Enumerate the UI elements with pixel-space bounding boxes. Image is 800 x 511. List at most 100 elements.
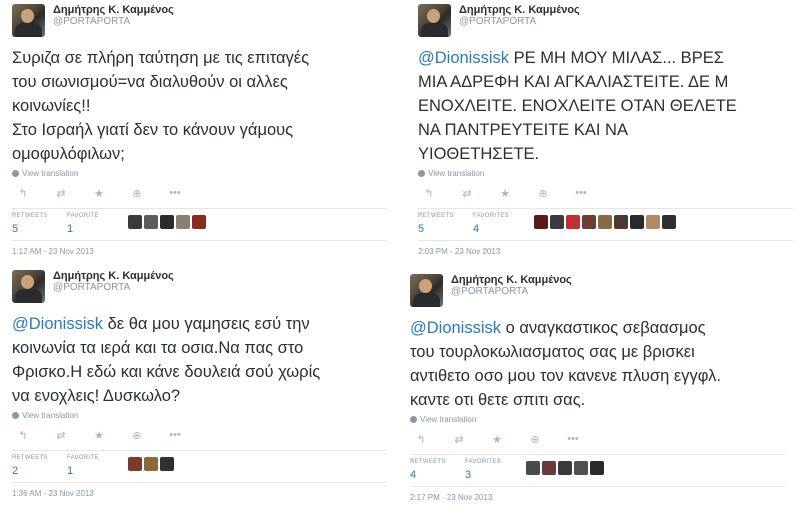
favoriter-avatar[interactable] (590, 461, 604, 475)
retweets-label: RETWEETS (12, 213, 48, 219)
author-handle[interactable]: @PORTAPORTA (53, 282, 174, 294)
avatar[interactable] (12, 4, 45, 37)
favorites-stat[interactable]: FAVORITES 3 (465, 458, 520, 482)
favorites-count[interactable]: 3 (465, 468, 520, 482)
favorites-stat[interactable]: FAVORITE 1 (67, 212, 122, 236)
favoriter-avatar[interactable] (630, 215, 644, 229)
mention-link[interactable]: @Dionissisk (410, 319, 501, 337)
reply-icon[interactable]: ↰ (422, 187, 436, 200)
view-translation-link[interactable]: View translation (12, 169, 387, 178)
favoriters-list (534, 215, 676, 229)
tweet-body: Συριζα σε πλήρη ταύτηση με τις επιταγές … (12, 49, 310, 163)
more-icon[interactable]: ••• (574, 187, 588, 200)
favoriter-avatar[interactable] (550, 215, 564, 229)
follow-icon[interactable]: ⊕ (130, 429, 144, 442)
retweets-count[interactable]: 5 (12, 222, 67, 236)
retweets-count[interactable]: 5 (418, 222, 473, 236)
tweet-actions: ↰ ⇄ ★ ⊕ ••• (410, 433, 785, 446)
favoriter-avatar[interactable] (144, 215, 158, 229)
tweet-card: Δημήτρης Κ. Καμμένος @PORTAPORTA @Dionis… (12, 270, 387, 498)
retweets-count[interactable]: 2 (12, 464, 67, 478)
favoriter-avatar[interactable] (160, 215, 174, 229)
retweet-icon[interactable]: ⇄ (452, 433, 466, 446)
tweet-actions: ↰ ⇄ ★ ⊕ ••• (418, 187, 793, 200)
view-translation-link[interactable]: View translation (12, 411, 387, 420)
favoriter-avatar[interactable] (128, 215, 142, 229)
retweets-stat[interactable]: RETWEETS 4 (410, 458, 465, 482)
author-handle[interactable]: @PORTAPORTA (53, 16, 174, 28)
favoriter-avatar[interactable] (144, 457, 158, 471)
tweet-header: Δημήτρης Κ. Καμμένος @PORTAPORTA (12, 4, 387, 40)
author: Δημήτρης Κ. Καμμένος @PORTAPORTA (451, 274, 572, 298)
tweet-timestamp[interactable]: 2:03 PM - 23 Nov 2013 (418, 247, 793, 256)
favoriter-avatar[interactable] (662, 215, 676, 229)
view-translation-label[interactable]: View translation (420, 415, 476, 424)
mention-link[interactable]: @Dionissisk (418, 49, 509, 67)
retweets-stat[interactable]: RETWEETS 5 (418, 212, 473, 236)
retweet-icon[interactable]: ⇄ (54, 187, 68, 200)
globe-icon (12, 170, 19, 177)
favoriter-avatar[interactable] (558, 461, 572, 475)
favoriter-avatar[interactable] (566, 215, 580, 229)
favorite-icon[interactable]: ★ (92, 429, 106, 442)
more-icon[interactable]: ••• (566, 433, 580, 446)
favoriter-avatar[interactable] (128, 457, 142, 471)
favoriter-avatar[interactable] (176, 215, 190, 229)
favoriter-avatar[interactable] (192, 215, 206, 229)
favoriter-avatar[interactable] (598, 215, 612, 229)
avatar[interactable] (12, 270, 45, 303)
retweets-stat[interactable]: RETWEETS 2 (12, 454, 67, 478)
favorite-icon[interactable]: ★ (498, 187, 512, 200)
view-translation-link[interactable]: View translation (418, 169, 793, 178)
reply-icon[interactable]: ↰ (16, 187, 30, 200)
retweets-count[interactable]: 4 (410, 468, 465, 482)
favoriter-avatar[interactable] (582, 215, 596, 229)
author-handle[interactable]: @PORTAPORTA (459, 16, 580, 28)
favorites-count[interactable]: 4 (473, 222, 528, 236)
reply-icon[interactable]: ↰ (16, 429, 30, 442)
more-icon[interactable]: ••• (168, 429, 182, 442)
tweet-timestamp[interactable]: 1:12 AM - 23 Nov 2013 (12, 247, 387, 256)
favorites-stat[interactable]: FAVORITE 1 (67, 454, 122, 478)
reply-icon[interactable]: ↰ (414, 433, 428, 446)
favoriter-avatar[interactable] (646, 215, 660, 229)
retweets-stat[interactable]: RETWEETS 5 (12, 212, 67, 236)
favoriter-avatar[interactable] (574, 461, 588, 475)
follow-icon[interactable]: ⊕ (528, 433, 542, 446)
avatar[interactable] (418, 4, 451, 37)
retweet-icon[interactable]: ⇄ (54, 429, 68, 442)
author-name[interactable]: Δημήτρης Κ. Καμμένος (53, 4, 174, 16)
tweet-timestamp[interactable]: 1:36 AM - 23 Nov 2013 (12, 489, 387, 498)
view-translation-link[interactable]: View translation (410, 415, 785, 424)
favorite-icon[interactable]: ★ (490, 433, 504, 446)
avatar[interactable] (410, 274, 443, 307)
view-translation-label[interactable]: View translation (22, 169, 78, 178)
view-translation-label[interactable]: View translation (428, 169, 484, 178)
tweet-actions: ↰ ⇄ ★ ⊕ ••• (12, 187, 387, 200)
retweet-icon[interactable]: ⇄ (460, 187, 474, 200)
favoriters-list (128, 457, 174, 471)
author: Δημήτρης Κ. Καμμένος @PORTAPORTA (459, 4, 580, 28)
favorites-count[interactable]: 1 (67, 222, 122, 236)
favorites-label: FAVORITES (465, 459, 501, 465)
mention-link[interactable]: @Dionissisk (12, 315, 103, 333)
more-icon[interactable]: ••• (168, 187, 182, 200)
favorites-stat[interactable]: FAVORITES 4 (473, 212, 528, 236)
favorites-count[interactable]: 1 (67, 464, 122, 478)
author-name[interactable]: Δημήτρης Κ. Καμμένος (459, 4, 580, 16)
favoriter-avatar[interactable] (534, 215, 548, 229)
tweet-card: Δημήτρης Κ. Καμμένος @PORTAPORTA @Dionis… (418, 4, 793, 256)
favoriter-avatar[interactable] (614, 215, 628, 229)
favoriter-avatar[interactable] (542, 461, 556, 475)
tweet-timestamp[interactable]: 2:17 PM - 23 Nov 2013 (410, 493, 785, 502)
author-handle[interactable]: @PORTAPORTA (451, 286, 572, 298)
view-translation-label[interactable]: View translation (22, 411, 78, 420)
retweets-label: RETWEETS (410, 459, 446, 465)
author-name[interactable]: Δημήτρης Κ. Καμμένος (451, 274, 572, 286)
follow-icon[interactable]: ⊕ (130, 187, 144, 200)
favorite-icon[interactable]: ★ (92, 187, 106, 200)
favoriter-avatar[interactable] (526, 461, 540, 475)
follow-icon[interactable]: ⊕ (536, 187, 550, 200)
author-name[interactable]: Δημήτρης Κ. Καμμένος (53, 270, 174, 282)
favoriter-avatar[interactable] (160, 457, 174, 471)
